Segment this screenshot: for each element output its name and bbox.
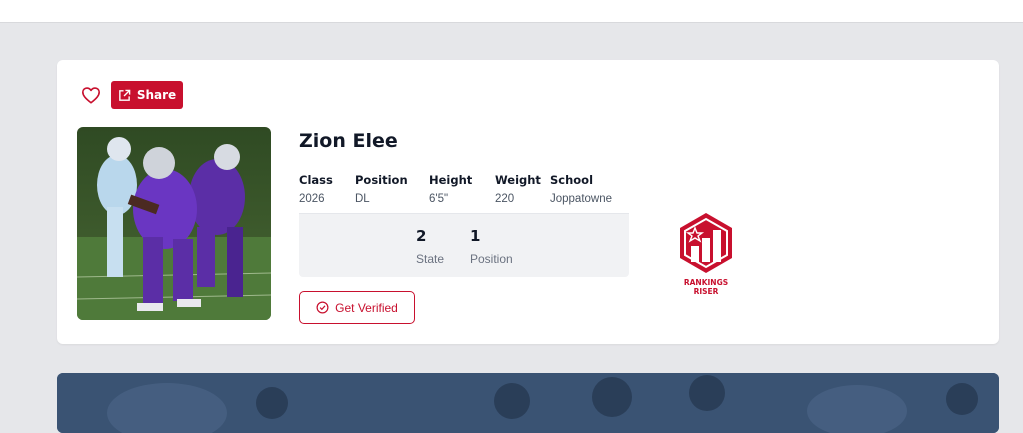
player-profile-card: Share Zion Elee Class 2026 Position DL H… [57, 60, 999, 344]
school-label: School [550, 173, 594, 187]
player-name: Zion Elee [299, 130, 398, 152]
share-button[interactable]: Share [111, 81, 183, 109]
heart-icon[interactable] [81, 86, 101, 104]
rankings-riser-badge: RANKINGS RISER [673, 210, 739, 300]
class-value: 2026 [299, 193, 325, 205]
weight-label: Weight [495, 173, 541, 187]
weight-value: 220 [495, 193, 515, 205]
share-button-label: Share [136, 88, 177, 102]
top-nav-bar [0, 0, 1023, 23]
state-rank-label: State [416, 252, 445, 266]
badge-line-2: RISER [693, 287, 719, 296]
rankings-box: 2 State 1 Position [299, 214, 629, 277]
rankings-riser-icon [680, 213, 732, 273]
height-label: Height [429, 173, 473, 187]
school-value: Joppatowne [550, 193, 613, 205]
state-rank-value: 2 [416, 227, 427, 245]
get-verified-button[interactable]: Get Verified [299, 291, 415, 324]
position-rank-value: 1 [470, 227, 481, 245]
position-label: Position [355, 173, 408, 187]
get-verified-label: Get Verified [335, 300, 398, 315]
check-circle-icon [316, 301, 329, 314]
height-value: 6'5" [429, 193, 449, 205]
rankings-riser-text: RANKINGS RISER [673, 278, 739, 296]
class-label: Class [299, 173, 333, 187]
badge-line-1: RANKINGS [683, 278, 729, 287]
position-value: DL [355, 193, 370, 205]
position-rank-label: Position [470, 252, 513, 266]
promo-banner [57, 373, 999, 433]
player-photo [77, 127, 271, 320]
external-link-icon [118, 89, 131, 101]
